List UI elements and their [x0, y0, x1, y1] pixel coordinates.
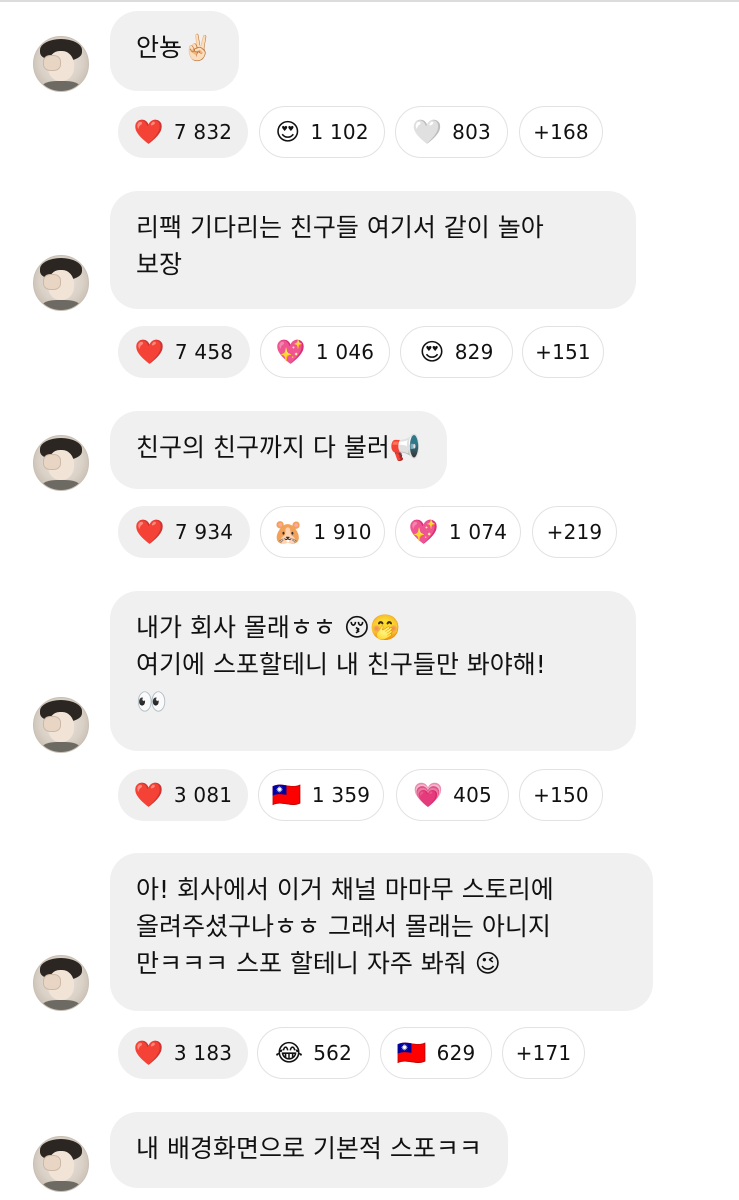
reaction-growing-heart[interactable]: 💗 405	[396, 769, 509, 821]
reaction-count: 1 910	[313, 520, 372, 544]
reaction-count: 3 183	[173, 1041, 233, 1065]
reaction-sparkling-heart[interactable]: 💖 1 046	[260, 326, 390, 378]
message-bubble[interactable]: 친구의 친구까지 다 불러📢	[110, 411, 447, 489]
reaction-joy[interactable]: 😂 562	[257, 1027, 370, 1079]
more-reactions-count: +151	[535, 340, 591, 364]
more-reactions-count: +150	[533, 783, 589, 807]
message-bubble[interactable]: 내 배경화면으로 기본적 스포ㅋㅋ	[110, 1112, 508, 1188]
taiwan-flag-emoji-icon: 🇹🇼	[396, 1039, 427, 1067]
reaction-heart-eyes[interactable]: 😍 1 102	[259, 106, 385, 158]
avatar[interactable]	[33, 1136, 89, 1192]
sparkling-heart-emoji-icon: 💖	[275, 338, 306, 366]
sparkling-heart-emoji-icon: 💖	[408, 518, 439, 546]
hamster-emoji-icon: 🐹	[273, 518, 304, 546]
reaction-taiwan-flag[interactable]: 🇹🇼 629	[380, 1027, 492, 1079]
reaction-count: 1 359	[311, 783, 371, 807]
heart-eyes-emoji-icon: 😍	[275, 118, 301, 146]
avatar[interactable]	[33, 697, 89, 753]
reaction-hamster[interactable]: 🐹 1 910	[260, 506, 385, 558]
avatar[interactable]	[33, 255, 89, 311]
reaction-count: 3 081	[173, 783, 233, 807]
reaction-heart[interactable]: ❤️ 7 934	[118, 506, 250, 558]
heart-emoji-icon: ❤️	[134, 338, 165, 366]
reaction-count: 629	[436, 1041, 476, 1065]
more-reactions-count: +219	[546, 520, 603, 544]
avatar[interactable]	[33, 955, 89, 1011]
heart-emoji-icon: ❤️	[133, 1039, 164, 1067]
reaction-count: 1 046	[315, 340, 375, 364]
heart-emoji-icon: ❤️	[133, 118, 164, 146]
reaction-count: 1 074	[448, 520, 508, 544]
reaction-heart-eyes[interactable]: 😍 829	[400, 326, 513, 378]
message-bubble[interactable]: 안뇽✌🏻	[110, 11, 240, 91]
reaction-count: 7 458	[174, 340, 234, 364]
reaction-count: 562	[313, 1041, 353, 1065]
growing-heart-emoji-icon: 💗	[413, 781, 444, 809]
more-reactions-count: +168	[533, 120, 589, 144]
heart-emoji-icon: ❤️	[133, 781, 164, 809]
more-reactions-button[interactable]: +168	[519, 106, 603, 158]
white-heart-emoji-icon: 🤍	[412, 118, 443, 146]
heart-eyes-emoji-icon: 😍	[419, 338, 445, 366]
reaction-heart[interactable]: ❤️ 3 081	[118, 769, 248, 821]
message-bubble[interactable]: 리팩 기다리는 친구들 여기서 같이 놀아 보장	[110, 191, 636, 309]
taiwan-flag-emoji-icon: 🇹🇼	[271, 781, 302, 809]
reaction-count: 1 102	[310, 120, 369, 144]
reaction-heart[interactable]: ❤️ 7 458	[118, 326, 250, 378]
reaction-count: 7 832	[173, 120, 233, 144]
reaction-heart[interactable]: ❤️ 3 183	[118, 1027, 248, 1079]
reaction-sparkling-heart[interactable]: 💖 1 074	[395, 506, 521, 558]
avatar[interactable]	[33, 435, 89, 491]
more-reactions-count: +171	[515, 1041, 572, 1065]
message-bubble[interactable]: 내가 회사 몰래ㅎㅎ 😚🤭 여기에 스포할테니 내 친구들만 봐야해! 👀	[110, 591, 636, 751]
reaction-taiwan-flag[interactable]: 🇹🇼 1 359	[258, 769, 384, 821]
reaction-count: 7 934	[174, 520, 234, 544]
top-divider	[0, 0, 739, 2]
more-reactions-button[interactable]: +219	[532, 506, 617, 558]
heart-emoji-icon: ❤️	[134, 518, 165, 546]
more-reactions-button[interactable]: +171	[502, 1027, 585, 1079]
reaction-count: 405	[453, 783, 492, 807]
avatar[interactable]	[33, 36, 89, 92]
reaction-count: 829	[454, 340, 494, 364]
reaction-count: 803	[452, 120, 491, 144]
tears-of-joy-emoji-icon: 😂	[274, 1039, 304, 1067]
more-reactions-button[interactable]: +151	[522, 326, 604, 378]
reaction-white-heart[interactable]: 🤍 803	[395, 106, 508, 158]
message-bubble[interactable]: 아! 회사에서 이거 채널 마마무 스토리에 올려주셨구나ㅎㅎ 그래서 몰래는 …	[110, 853, 653, 1011]
more-reactions-button[interactable]: +150	[519, 769, 603, 821]
reaction-heart[interactable]: ❤️ 7 832	[118, 106, 248, 158]
